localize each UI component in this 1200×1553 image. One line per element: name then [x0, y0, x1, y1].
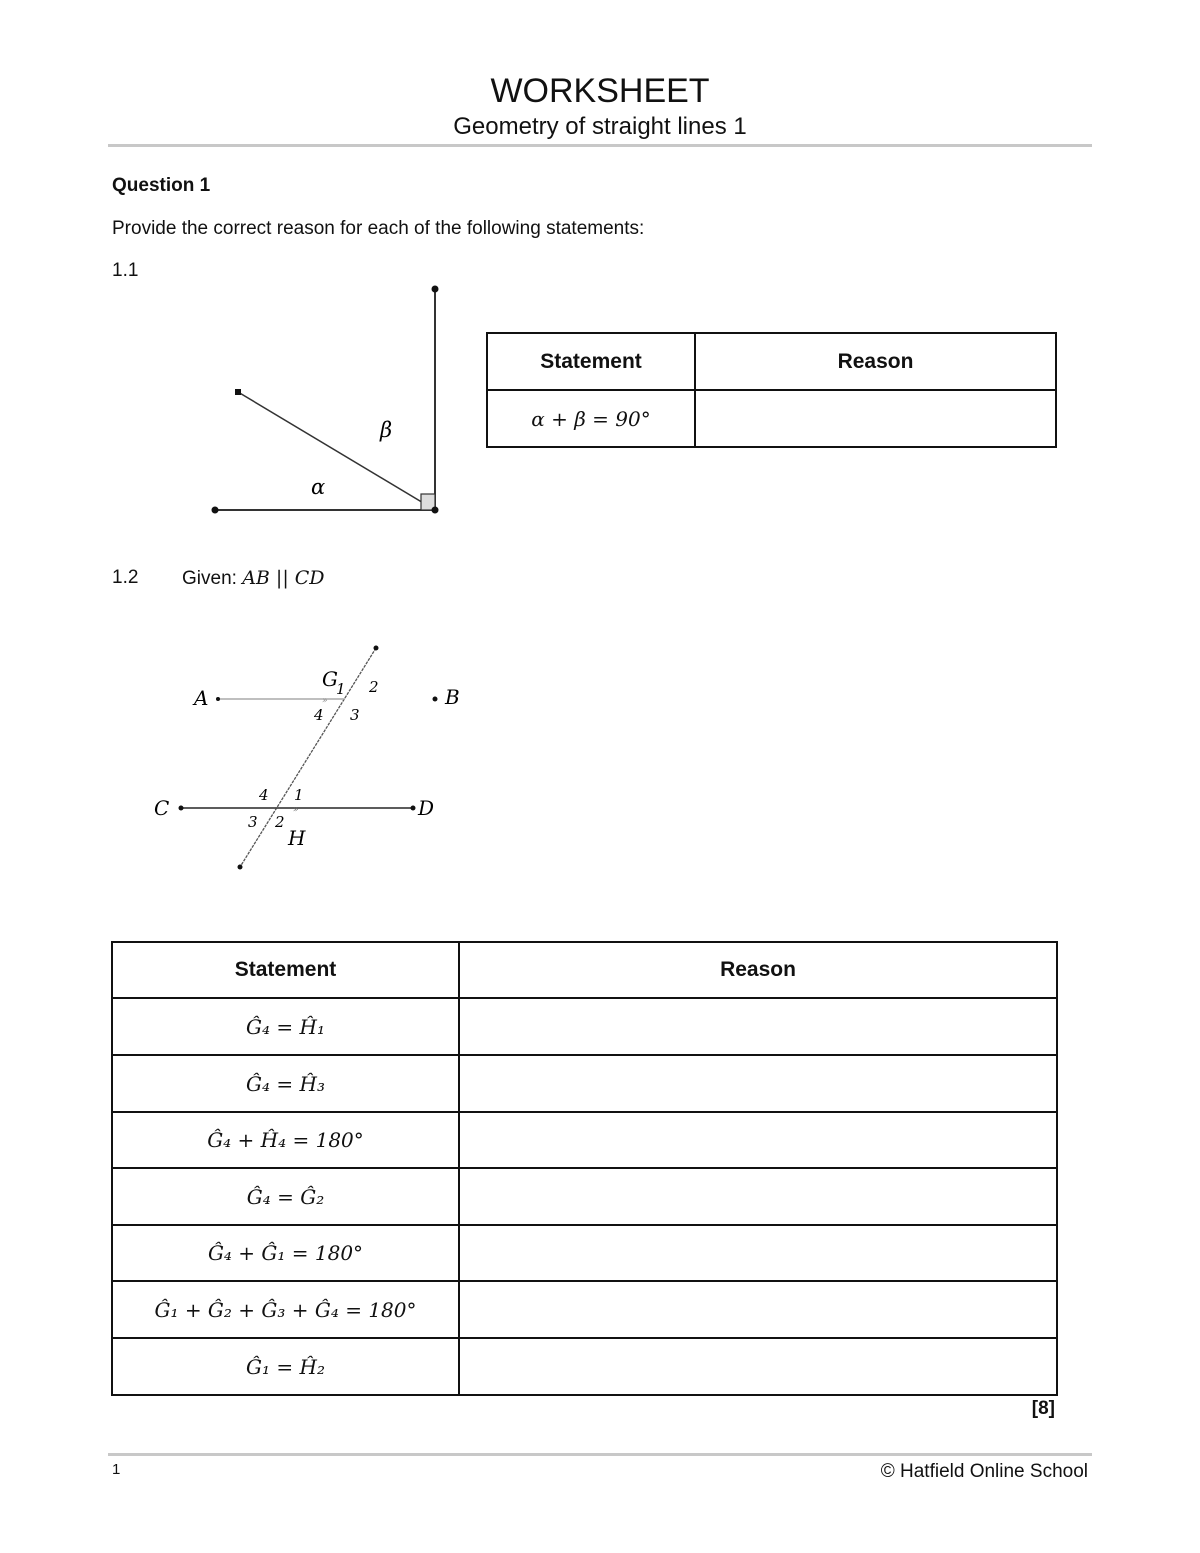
g-angle-1: 1 — [336, 680, 346, 698]
h-angle-2: 2 — [274, 813, 285, 831]
table-row: Ĝ₄ = Ĝ₂ — [111, 1167, 1058, 1226]
svg-text:»: » — [322, 696, 328, 706]
statement-cell: Ĝ₄ + Ĥ₄ = 180° — [111, 1111, 460, 1169]
page-number: 1 — [112, 1461, 121, 1478]
reason-cell[interactable] — [458, 1337, 1058, 1396]
q1-2-given: Given: AB || CD — [182, 567, 325, 590]
diagram-1-1: β α » » A B C D G H 1 2 3 4 1 2 3 4 — [154, 285, 460, 870]
reason-header: Reason — [458, 941, 1058, 999]
statement-header: Statement — [111, 941, 460, 999]
table-row: Ĝ₁ = Ĥ₂ — [111, 1337, 1058, 1396]
reason-cell[interactable] — [458, 1054, 1058, 1113]
q1-2-number: 1.2 — [112, 567, 139, 588]
table-row: Ĝ₄ + Ĝ₁ = 180° — [111, 1224, 1058, 1282]
table-row: α + β = 90° — [486, 389, 1057, 448]
g-angle-3: 3 — [350, 706, 360, 724]
point-c-label: C — [154, 796, 169, 820]
alpha-label: α — [311, 475, 325, 499]
g-angle-4: 4 — [313, 706, 324, 724]
statement-cell: Ĝ₄ + Ĝ₁ = 180° — [111, 1224, 460, 1282]
table-row: Ĝ₄ + Ĥ₄ = 180° — [111, 1111, 1058, 1169]
statement-header: Statement — [486, 332, 696, 391]
point-d-label: D — [417, 796, 434, 820]
point-a-label: A — [192, 686, 208, 710]
h-angle-4: 4 — [258, 786, 269, 804]
worksheet-page: WORKSHEET Geometry of straight lines 1 Q… — [0, 0, 1200, 1553]
h-angle-1: 1 — [294, 786, 304, 804]
statement-cell: Ĝ₄ = Ĥ₃ — [111, 1054, 460, 1113]
point-h-label: H — [287, 826, 306, 850]
marks-total: [8] — [1031, 1398, 1055, 1419]
copyright: © Hatfield Online School — [880, 1461, 1088, 1482]
beta-label: β — [379, 418, 392, 442]
reason-cell[interactable] — [458, 1111, 1058, 1169]
reason-cell[interactable] — [458, 997, 1058, 1056]
statement-cell: Ĝ₁ + Ĝ₂ + Ĝ₃ + Ĝ₄ = 180° — [111, 1280, 460, 1339]
q1-1-table: Statement Reason α + β = 90° — [486, 332, 1057, 448]
h-angle-3: 3 — [248, 813, 258, 831]
given-expression: AB || CD — [242, 567, 325, 589]
reason-cell[interactable] — [694, 389, 1057, 448]
table-row: Ĝ₁ + Ĝ₂ + Ĝ₃ + Ĝ₄ = 180° — [111, 1280, 1058, 1339]
reason-cell[interactable] — [458, 1280, 1058, 1339]
q1-2-table: Statement Reason Ĝ₄ = Ĥ₁ Ĝ₄ = Ĥ₃ Ĝ₄ + Ĥ₄… — [111, 941, 1058, 1396]
reason-cell[interactable] — [458, 1167, 1058, 1226]
footer-divider — [108, 1453, 1092, 1456]
diagram-1-2: » » A B C D G H 1 2 3 4 1 2 3 4 — [154, 645, 460, 870]
diagonal-line — [237, 391, 436, 511]
table-row: Ĝ₄ = Ĥ₃ — [111, 1054, 1058, 1113]
svg-text:»: » — [293, 805, 299, 815]
statement-cell: α + β = 90° — [486, 389, 696, 448]
table-row: Ĝ₄ = Ĥ₁ — [111, 997, 1058, 1056]
statement-cell: Ĝ₁ = Ĥ₂ — [111, 1337, 460, 1396]
statement-cell: Ĝ₄ = Ĥ₁ — [111, 997, 460, 1056]
point-b-label: B — [444, 685, 460, 709]
reason-cell[interactable] — [458, 1224, 1058, 1282]
statement-cell: Ĝ₄ = Ĝ₂ — [111, 1167, 460, 1226]
reason-header: Reason — [694, 332, 1057, 391]
g-angle-2: 2 — [368, 678, 379, 696]
given-label: Given: — [182, 568, 237, 589]
